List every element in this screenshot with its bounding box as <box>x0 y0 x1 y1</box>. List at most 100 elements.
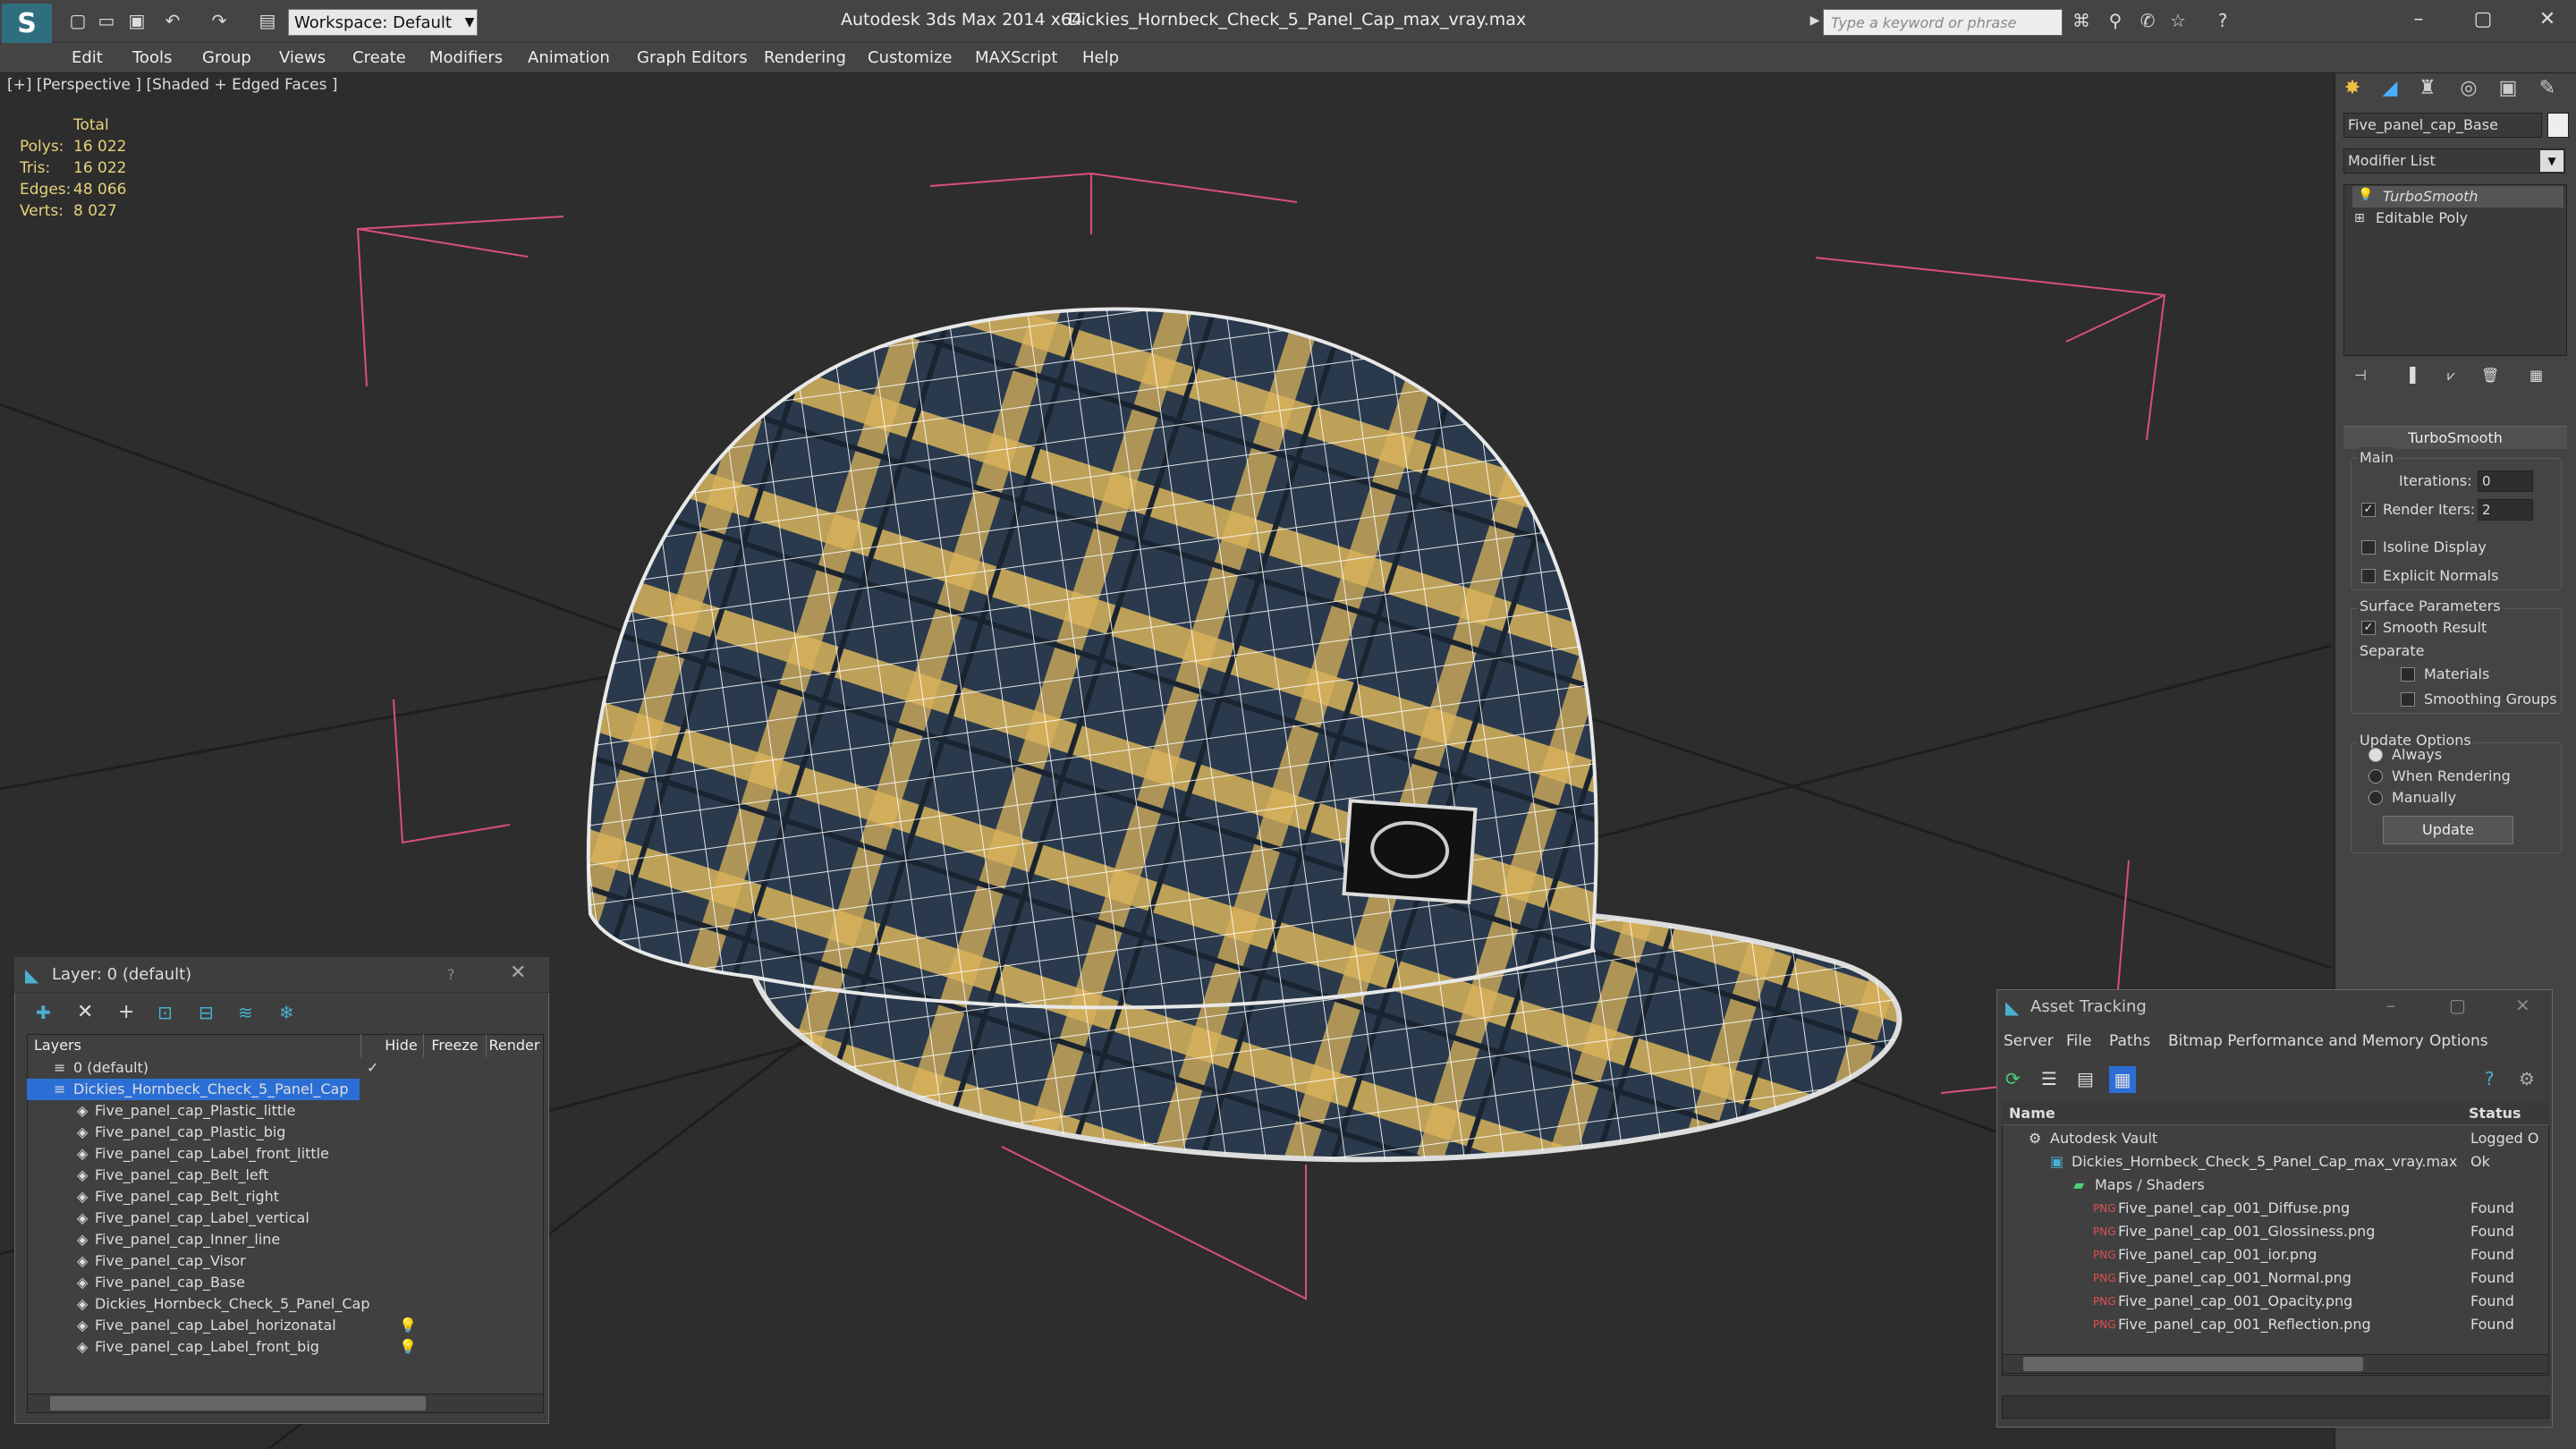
asset-row[interactable]: ⚙ Autodesk Vault Logged O <box>2002 1127 2549 1150</box>
table-view-icon[interactable]: ▦ <box>2109 1066 2136 1093</box>
asset-scroll-thumb[interactable] <box>2023 1357 2363 1371</box>
always-radio[interactable] <box>2368 748 2383 762</box>
smooth-result-checkbox[interactable]: ✓ <box>2361 621 2376 635</box>
close-icon[interactable]: ✕ <box>2521 0 2574 39</box>
asset-row[interactable]: ▰ Maps / Shaders <box>2002 1174 2549 1197</box>
minimize-icon[interactable]: – <box>2392 0 2445 39</box>
help-icon[interactable]: ? <box>2211 9 2234 32</box>
add-to-layer-icon[interactable]: + <box>118 1002 134 1023</box>
layer-scroll-thumb[interactable] <box>50 1396 426 1411</box>
menu-modifiers[interactable]: Modifiers <box>429 43 503 73</box>
layer-row[interactable]: ◈ Five_panel_cap_Label_front_little <box>27 1143 544 1165</box>
refresh-icon[interactable]: ⟳ <box>2005 1068 2021 1089</box>
help-icon[interactable]: ? <box>447 964 455 986</box>
menu-maxscript[interactable]: MAXScript <box>975 43 1057 73</box>
new-file-icon[interactable]: ▢ <box>66 9 89 32</box>
help-icon[interactable]: ? <box>2485 1068 2495 1089</box>
layer-window-title[interactable]: Layer: 0 (default) <box>14 957 549 993</box>
maximize-icon[interactable]: ▢ <box>2456 0 2510 39</box>
asset-row[interactable]: PNG Five_panel_cap_001_Normal.png Found <box>2002 1267 2549 1290</box>
highlight-layer-icon[interactable]: ⊟ <box>199 1002 214 1023</box>
binoculars-icon[interactable]: ⌘ <box>2070 9 2093 32</box>
remove-modifier-icon[interactable]: 🗑 <box>2481 365 2499 386</box>
freeze-all-icon[interactable]: ❄ <box>279 1002 294 1023</box>
layer-row[interactable]: ◈ Five_panel_cap_Plastic_little <box>27 1100 544 1122</box>
object-color-swatch[interactable] <box>2547 113 2569 138</box>
layer-row[interactable]: ◈ Five_panel_cap_Belt_right <box>27 1186 544 1208</box>
modify-tab-icon[interactable]: ◢ <box>2374 73 2406 104</box>
object-name-field[interactable]: Five_panel_cap_Base <box>2343 113 2542 138</box>
smoothing-groups-checkbox[interactable] <box>2401 692 2415 707</box>
menu-views[interactable]: Views <box>279 43 326 73</box>
minimize-icon[interactable]: – <box>2386 995 2395 1016</box>
menu-group[interactable]: Group <box>202 43 251 73</box>
asset-menu-bitmap[interactable]: Bitmap Performance and Memory <box>2168 1030 2424 1052</box>
menu-tools[interactable]: Tools <box>132 43 172 73</box>
layer-row[interactable]: ≡ 0 (default) ✓ <box>27 1057 544 1079</box>
workspace-dropdown[interactable]: Workspace: Default <box>288 9 478 36</box>
layer-row[interactable]: ◈ Five_panel_cap_Label_vertical <box>27 1208 544 1229</box>
create-layer-icon[interactable]: ✚ <box>36 1002 51 1023</box>
asset-row[interactable]: PNG Five_panel_cap_001_Glossiness.png Foun… <box>2002 1220 2549 1243</box>
asset-row[interactable]: ▣ Dickies_Hornbeck_Check_5_Panel_Cap_max_… <box>2002 1150 2549 1174</box>
explicit-normals-checkbox[interactable] <box>2361 569 2376 583</box>
project-folder-icon[interactable]: ▤ <box>256 9 279 32</box>
menu-animation[interactable]: Animation <box>528 43 610 73</box>
save-icon[interactable]: ▣ <box>125 9 148 32</box>
menu-edit[interactable]: Edit <box>72 43 103 73</box>
render-iters-checkbox[interactable]: ✓ <box>2361 503 2376 517</box>
make-unique-icon[interactable]: ⩗ <box>2447 365 2455 386</box>
asset-row[interactable]: PNG Five_panel_cap_001_Reflection.png Foun… <box>2002 1313 2549 1336</box>
lightbulb-icon[interactable]: 💡 <box>399 1315 417 1336</box>
column-name[interactable]: Name <box>2009 1102 2055 1125</box>
layer-row[interactable]: ◈ Five_panel_cap_Plastic_big <box>27 1122 544 1143</box>
menu-graph-editors[interactable]: Graph Editors <box>637 43 748 73</box>
update-button[interactable]: Update <box>2383 816 2513 844</box>
utilities-tab-icon[interactable]: ✎ <box>2531 73 2563 104</box>
layer-row[interactable]: ◈ Dickies_Hornbeck_Check_5_Panel_Cap <box>27 1293 544 1315</box>
open-file-icon[interactable]: ▭ <box>95 9 118 32</box>
menu-help[interactable]: Help <box>1082 43 1119 73</box>
column-freeze[interactable]: Freeze <box>424 1034 487 1057</box>
menu-rendering[interactable]: Rendering <box>764 43 846 73</box>
materials-checkbox[interactable] <box>2401 667 2415 682</box>
rollout-turbosmooth[interactable]: TurboSmooth <box>2343 426 2567 449</box>
viewport-label[interactable]: [+] [Perspective ] [Shaded + Edged Faces… <box>7 73 337 97</box>
select-objects-icon[interactable]: ⊡ <box>157 1002 173 1023</box>
layer-row-selected[interactable]: ≡ Dickies_Hornbeck_Check_5_Panel_Cap <box>27 1079 360 1100</box>
search-icon[interactable]: ⚲ <box>2104 9 2127 32</box>
lightbulb-icon[interactable]: 💡 <box>2358 184 2373 206</box>
chevron-down-icon[interactable]: ▼ <box>462 11 478 34</box>
asset-row[interactable]: PNG Five_panel_cap_001_Diffuse.png Found <box>2002 1197 2549 1220</box>
asset-path-field[interactable] <box>2002 1395 2549 1419</box>
asset-menu-options[interactable]: Options <box>2429 1030 2488 1052</box>
asset-window-title[interactable]: Asset Tracking <box>1996 989 2553 1025</box>
modifier-list-dropdown[interactable]: Modifier List <box>2343 148 2565 174</box>
asset-menu-server[interactable]: Server <box>2004 1030 2054 1052</box>
menu-create[interactable]: Create <box>352 43 406 73</box>
menu-customize[interactable]: Customize <box>868 43 952 73</box>
settings-icon[interactable]: ⚙ <box>2519 1068 2535 1089</box>
show-end-result-icon[interactable]: ▐ <box>2404 365 2415 386</box>
layer-row[interactable]: ◈ Five_panel_cap_Label_front_big 💡 <box>27 1336 544 1358</box>
search-input[interactable]: Type a keyword or phrase <box>1823 9 2063 36</box>
asset-menu-file[interactable]: File <box>2066 1030 2091 1052</box>
iterations-spinner[interactable]: 0 <box>2478 470 2533 492</box>
close-icon[interactable]: ✕ <box>510 962 526 984</box>
column-render[interactable]: Render <box>487 1034 542 1057</box>
app-logo-icon[interactable]: S <box>2 4 52 45</box>
hierarchy-tab-icon[interactable]: ♜ <box>2411 73 2444 104</box>
thumbnail-view-icon[interactable]: ▤ <box>2077 1068 2094 1089</box>
delete-layer-icon[interactable]: ✕ <box>77 1002 93 1023</box>
pin-stack-icon[interactable]: ⊣ <box>2354 365 2367 386</box>
maximize-icon[interactable]: ▢ <box>2449 995 2466 1016</box>
asset-menu-paths[interactable]: Paths <box>2109 1030 2150 1052</box>
render-iters-spinner[interactable]: 2 <box>2478 499 2533 521</box>
asset-row[interactable]: PNG Five_panel_cap_001_ior.png Found <box>2002 1243 2549 1267</box>
display-tab-icon[interactable]: ▣ <box>2492 73 2524 104</box>
manually-radio[interactable] <box>2368 791 2383 805</box>
stack-item-turbosmooth[interactable]: TurboSmooth <box>2352 186 2563 208</box>
list-view-icon[interactable]: ☰ <box>2041 1068 2057 1089</box>
column-hide[interactable]: Hide <box>379 1034 424 1057</box>
undo-icon[interactable]: ↶ <box>161 9 184 32</box>
